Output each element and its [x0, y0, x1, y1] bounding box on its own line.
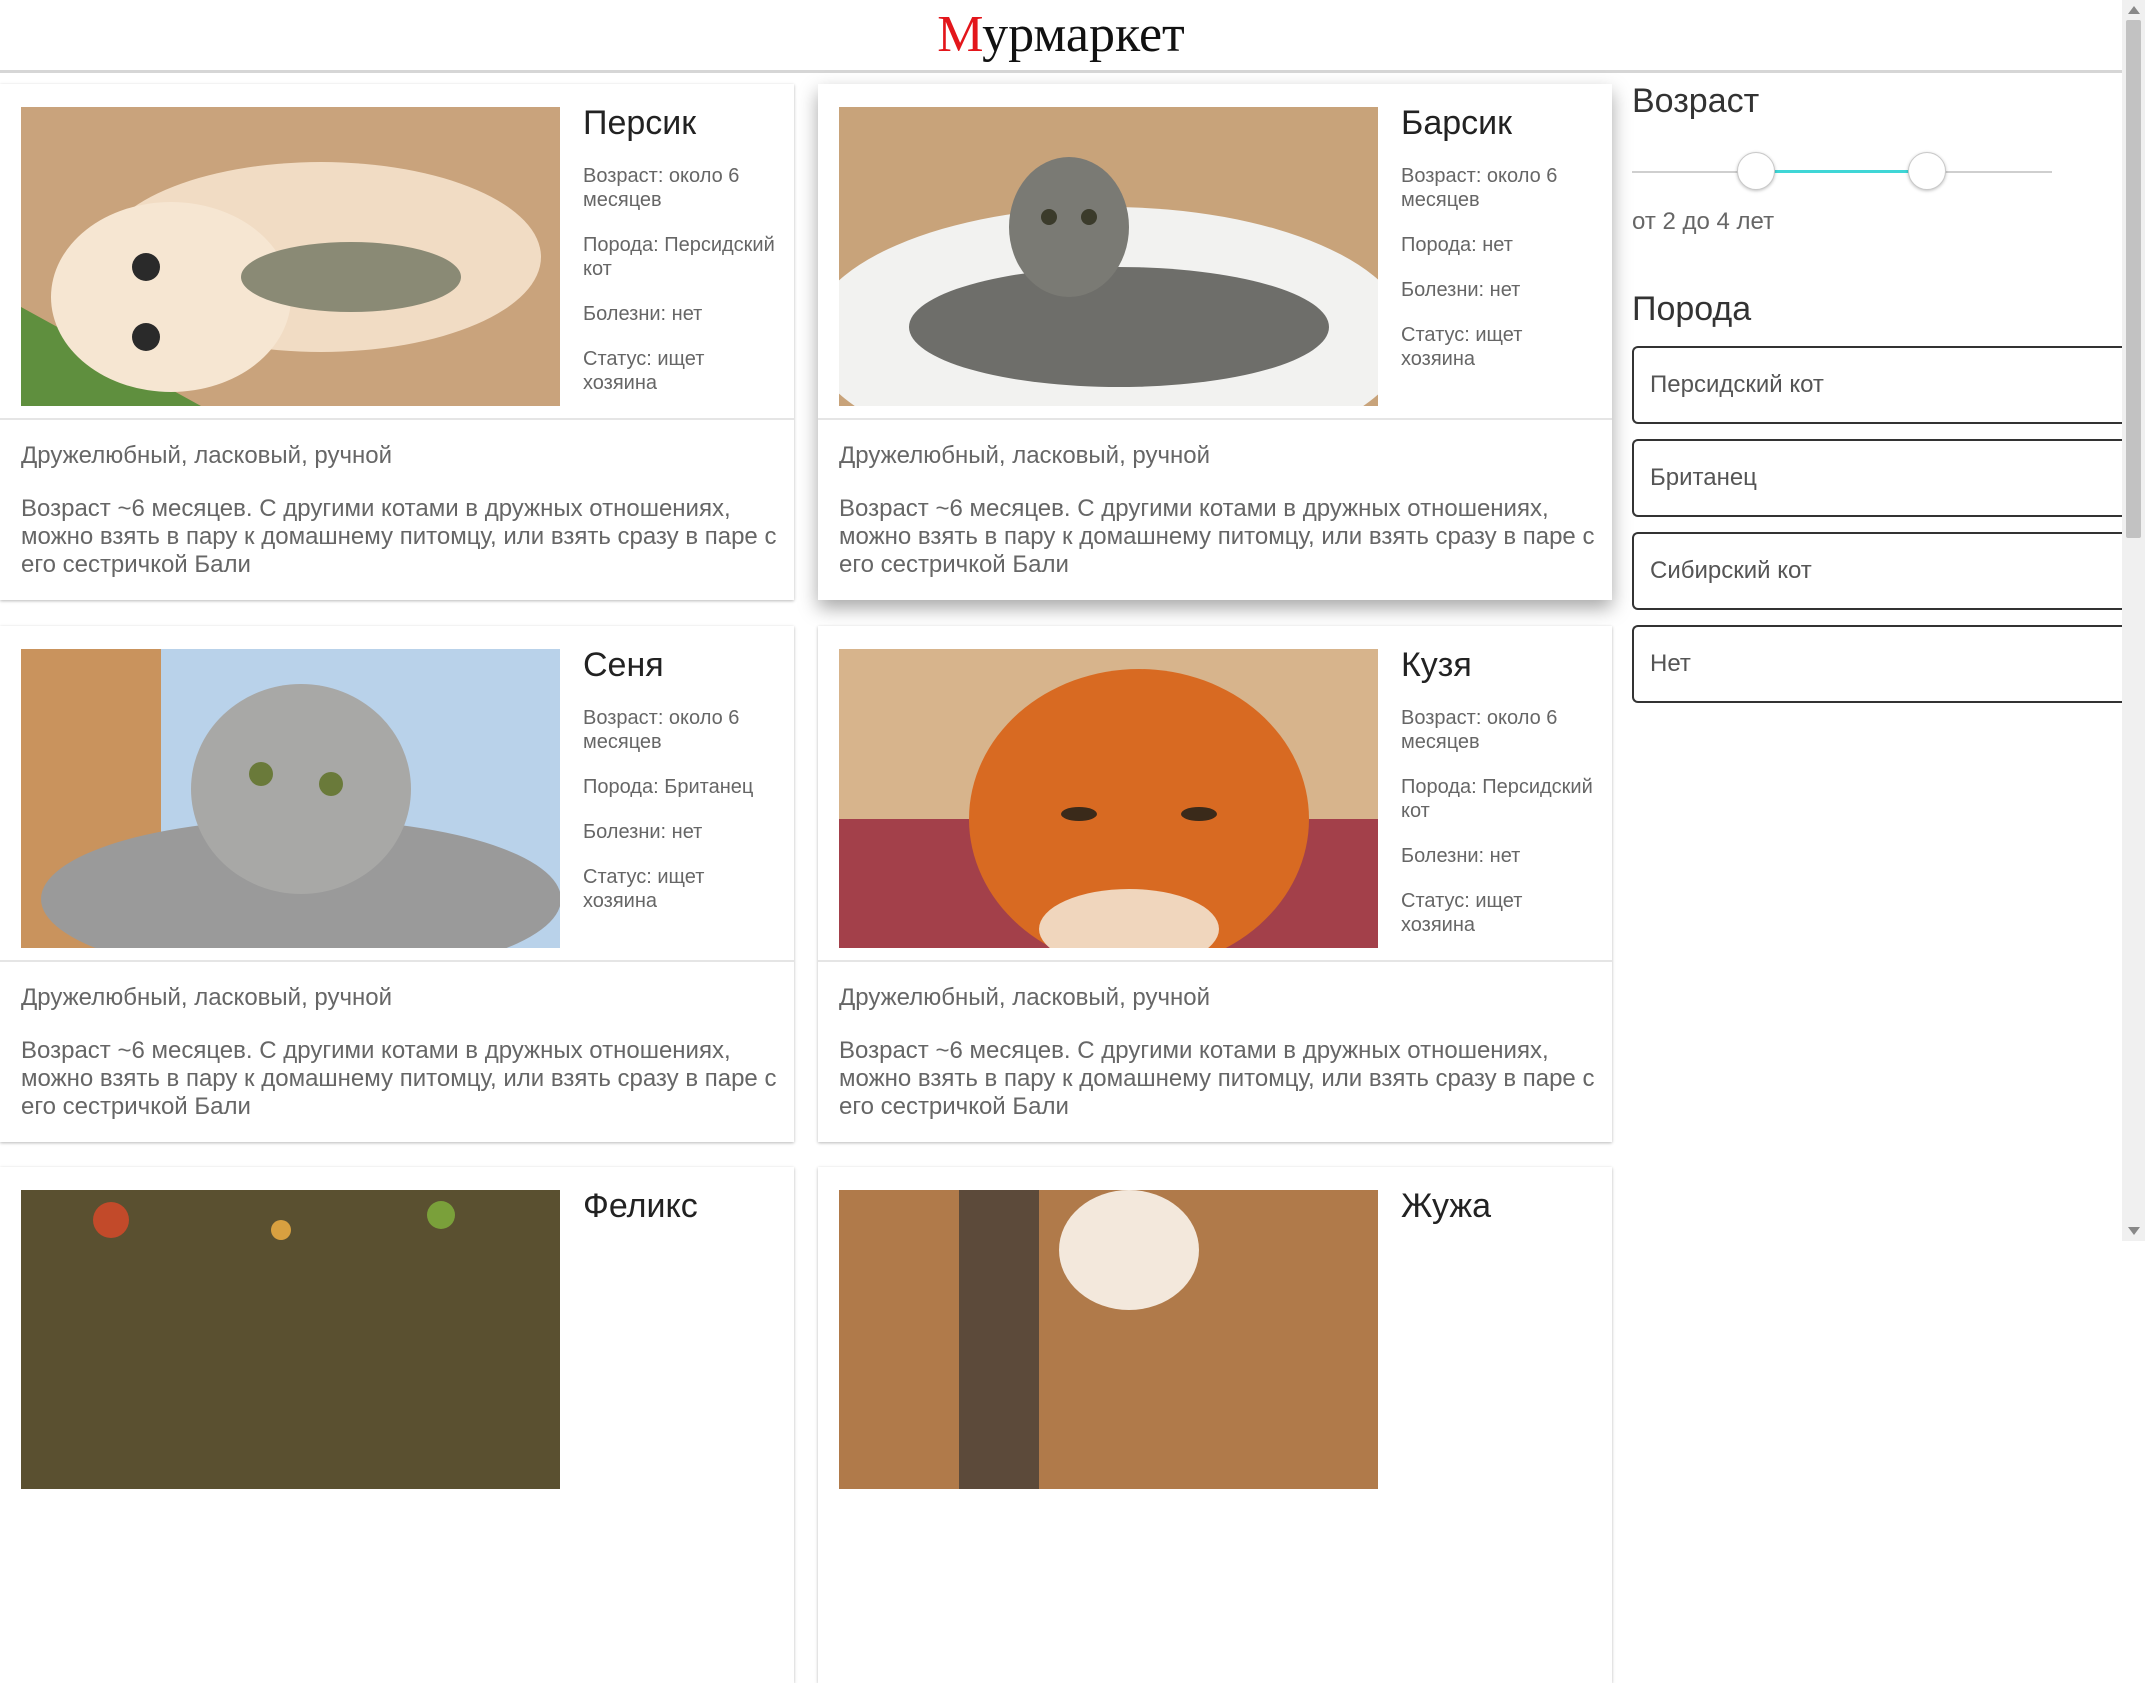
- cat-name: Персик: [583, 104, 697, 142]
- age-filter-title: Возраст: [1632, 82, 1760, 120]
- cat-status: Статус: ищет хозяина: [583, 866, 705, 912]
- cat-photo: [21, 107, 560, 406]
- cat-photo: [21, 1190, 560, 1489]
- cat-name: Жужа: [1401, 1187, 1492, 1225]
- cat-name: Кузя: [1401, 646, 1472, 684]
- cat-age: Возраст: около 6 месяцев: [1401, 165, 1558, 211]
- slider-selected-range: [1755, 170, 1926, 173]
- cat-disease: Болезни: нет: [583, 303, 703, 325]
- cat-card-senya[interactable]: Сеня Возраст: около 6 месяцев Порода: Бр…: [0, 626, 794, 1142]
- cat-description: Возраст ~6 месяцев. С другими котами в д…: [839, 1037, 1595, 1120]
- cat-disease: Болезни: нет: [1401, 845, 1521, 867]
- breed-filter-title: Порода: [1632, 290, 1752, 328]
- cat-card-zhuzha[interactable]: Жужа: [818, 1167, 1612, 1683]
- cat-photo: [839, 107, 1378, 406]
- brand-rest: урмаркет: [982, 6, 1185, 63]
- age-range-text: от 2 до 4 лет: [1632, 208, 1775, 235]
- vertical-scrollbar[interactable]: [2122, 0, 2145, 1241]
- scroll-up-arrow-icon[interactable]: [2128, 6, 2140, 14]
- cat-card-persik[interactable]: Персик Возраст: около 6 месяцев Порода: …: [0, 84, 794, 600]
- age-range-slider[interactable]: [1632, 152, 2052, 192]
- scroll-down-arrow-icon[interactable]: [2128, 1227, 2140, 1235]
- cat-photo: [839, 1190, 1378, 1489]
- card-divider: [818, 418, 1612, 420]
- brand-logo[interactable]: Мурмаркет: [937, 0, 1185, 70]
- breed-option-siberian[interactable]: Сибирский кот: [1632, 532, 2122, 610]
- cat-breed: Порода: Персидский кот: [1401, 776, 1593, 822]
- header: Мурмаркет: [0, 0, 2122, 73]
- cat-card-kuzya[interactable]: Кузя Возраст: около 6 месяцев Порода: Пе…: [818, 626, 1612, 1142]
- cat-age: Возраст: около 6 месяцев: [583, 165, 740, 211]
- cat-status: Статус: ищет хозяина: [1401, 324, 1523, 370]
- cat-name: Барсик: [1401, 104, 1512, 142]
- cat-breed: Порода: Британец: [583, 776, 754, 798]
- cat-breed: Порода: Персидский кот: [583, 234, 775, 280]
- cat-status: Статус: ищет хозяина: [1401, 890, 1523, 936]
- brand-first-letter: М: [937, 6, 983, 63]
- cat-age: Возраст: около 6 месяцев: [1401, 707, 1558, 753]
- cat-photo: [21, 649, 560, 948]
- cat-card-feliks[interactable]: Феликс: [0, 1167, 794, 1683]
- cat-description: Возраст ~6 месяцев. С другими котами в д…: [21, 1037, 777, 1120]
- cat-tagline: Дружелюбный, ласковый, ручной: [21, 442, 393, 469]
- card-divider: [0, 418, 794, 420]
- cat-description: Возраст ~6 месяцев. С другими котами в д…: [839, 495, 1595, 578]
- cat-tagline: Дружелюбный, ласковый, ручной: [839, 442, 1211, 469]
- cat-breed: Порода: нет: [1401, 234, 1513, 256]
- breed-option-none[interactable]: Нет: [1632, 625, 2122, 703]
- cat-name: Сеня: [583, 646, 664, 684]
- cat-tagline: Дружелюбный, ласковый, ручной: [839, 984, 1211, 1011]
- scrollbar-thumb[interactable]: [2126, 20, 2141, 538]
- slider-min-handle[interactable]: [1737, 152, 1775, 190]
- cat-disease: Болезни: нет: [583, 821, 703, 843]
- cat-photo: [839, 649, 1378, 948]
- cat-age: Возраст: около 6 месяцев: [583, 707, 740, 753]
- breed-option-british[interactable]: Британец: [1632, 439, 2122, 517]
- cat-card-barsik[interactable]: Барсик Возраст: около 6 месяцев Порода: …: [818, 84, 1612, 600]
- slider-max-handle[interactable]: [1908, 152, 1946, 190]
- breed-option-persian[interactable]: Персидский кот: [1632, 346, 2122, 424]
- cat-tagline: Дружелюбный, ласковый, ручной: [21, 984, 393, 1011]
- card-divider: [818, 960, 1612, 962]
- card-divider: [0, 960, 794, 962]
- cat-disease: Болезни: нет: [1401, 279, 1521, 301]
- cat-status: Статус: ищет хозяина: [583, 348, 705, 394]
- cat-description: Возраст ~6 месяцев. С другими котами в д…: [21, 495, 777, 578]
- cat-name: Феликс: [583, 1187, 698, 1225]
